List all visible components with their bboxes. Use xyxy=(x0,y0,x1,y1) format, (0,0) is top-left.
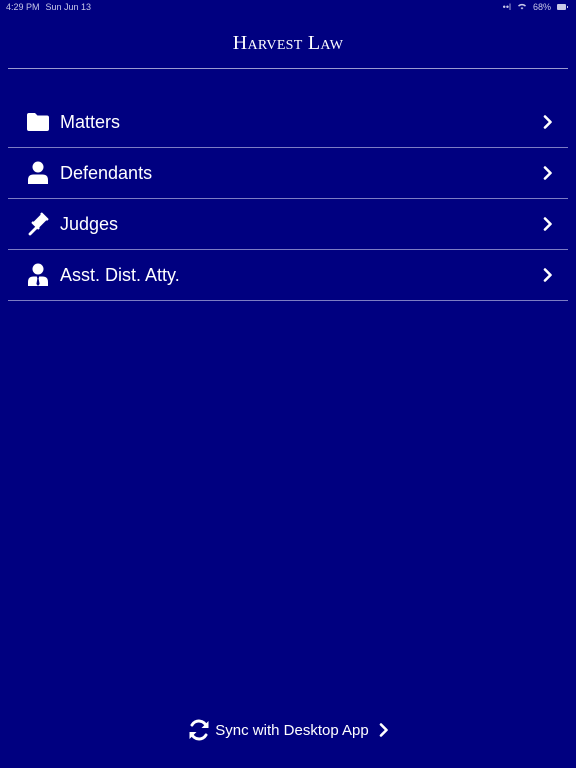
status-left: 4:29 PM Sun Jun 13 xyxy=(6,2,91,12)
page-title: Harvest Law xyxy=(232,32,344,54)
chevron-right-icon xyxy=(542,267,554,283)
sync-label: Sync with Desktop App xyxy=(215,721,369,739)
battery-icon xyxy=(557,4,568,10)
chevron-right-icon xyxy=(542,114,554,130)
signal-icon: ••l xyxy=(502,2,511,12)
chevron-right-icon xyxy=(542,216,554,232)
sync-button[interactable]: Sync with Desktop App xyxy=(0,718,576,742)
menu-item-matters[interactable]: Matters xyxy=(8,97,568,148)
chevron-right-icon xyxy=(379,723,389,737)
menu-item-label: Matters xyxy=(60,111,121,132)
menu-item-asst-dist-atty[interactable]: Asst. Dist. Atty. xyxy=(8,250,568,301)
menu-item-label: Defendants xyxy=(60,162,153,183)
user-tie-icon xyxy=(25,262,51,288)
sync-icon xyxy=(187,718,211,742)
status-bar: 4:29 PM Sun Jun 13 ••l 68% xyxy=(0,0,576,14)
wifi-icon xyxy=(517,2,527,12)
header-divider xyxy=(8,68,568,69)
chevron-right-icon xyxy=(542,165,554,181)
folder-icon xyxy=(25,109,51,135)
status-time: 4:29 PM xyxy=(6,2,40,12)
status-date: Sun Jun 13 xyxy=(45,2,92,12)
menu-item-label: Asst. Dist. Atty. xyxy=(60,264,180,285)
menu-item-defendants[interactable]: Defendants xyxy=(8,148,568,199)
gavel-icon xyxy=(25,211,51,237)
menu-item-label: Judges xyxy=(60,213,119,234)
battery-percent: 68% xyxy=(532,2,551,12)
menu-item-judges[interactable]: Judges xyxy=(8,199,568,250)
status-right: ••l 68% xyxy=(502,2,568,12)
user-icon xyxy=(25,160,51,186)
main-menu: Matters Defendants Judges Asst. Dist. At… xyxy=(8,97,568,301)
